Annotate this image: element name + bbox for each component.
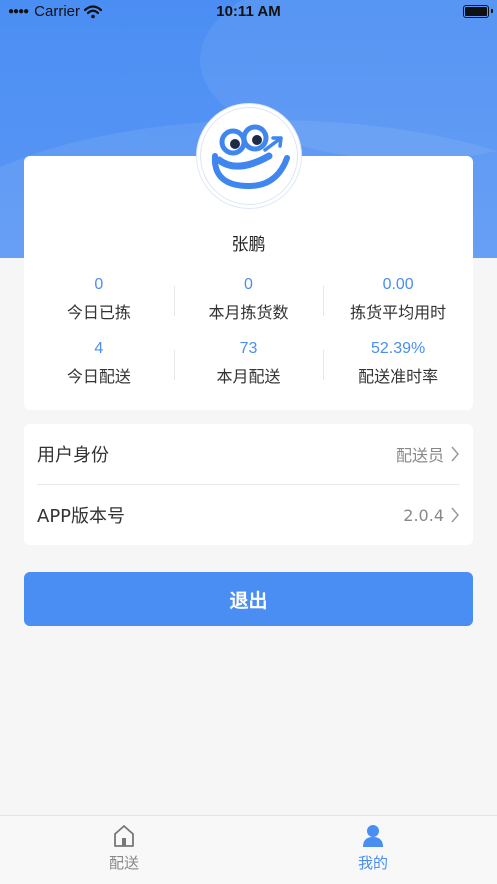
stat-label: 拣货平均用时	[350, 303, 447, 322]
avatar-frame	[200, 107, 298, 205]
stat-today-picked: 0 今日已拣	[24, 272, 174, 336]
stat-label: 今日配送	[66, 367, 131, 386]
status-bar: ●●●● Carrier 10:11 AM	[0, 0, 497, 24]
logout-button[interactable]: 退出	[24, 572, 473, 626]
settings-list: 用户身份 配送员 APP版本号 2.0.4	[24, 424, 473, 545]
stat-value: 0	[244, 276, 253, 293]
user-icon	[363, 825, 383, 847]
stat-label: 配送准时率	[358, 367, 439, 386]
tab-label: 我的	[357, 854, 388, 872]
stats-grid: 0 今日已拣 0 本月拣货数 0.00 拣货平均用时 4 今日配送 73 本月配…	[24, 272, 473, 400]
status-time: 10:11 AM	[216, 3, 281, 20]
stat-label: 本月配送	[216, 367, 281, 386]
battery-icon	[463, 5, 489, 18]
tab-icon-wrap	[313, 824, 433, 848]
role-value-group: 配送员	[396, 442, 460, 466]
stat-label: 本月拣货数	[208, 303, 289, 322]
stat-value: 52.39%	[371, 340, 426, 357]
stat-on-time-rate: 52.39% 配送准时率	[323, 336, 473, 400]
stat-month-delivered: 73 本月配送	[173, 336, 324, 400]
frog-logo-icon	[211, 124, 290, 190]
version-value: 2.0.4	[403, 505, 444, 525]
version-label: APP版本号	[37, 506, 126, 527]
role-value: 配送员	[395, 446, 444, 465]
user-name: 张鹏	[231, 235, 266, 255]
stats-row: 0 今日已拣 0 本月拣货数 0.00 拣货平均用时	[24, 272, 473, 336]
version-row[interactable]: APP版本号 2.0.4	[37, 485, 460, 545]
stat-avg-pick-time: 0.00 拣货平均用时	[323, 272, 473, 336]
role-row[interactable]: 用户身份 配送员	[37, 424, 460, 485]
stat-value: 4	[94, 340, 104, 357]
stat-month-picked: 0 本月拣货数	[173, 272, 324, 336]
stat-value: 73	[239, 340, 258, 357]
home-icon	[114, 825, 134, 847]
tab-label: 配送	[108, 854, 139, 872]
tab-icon-wrap	[64, 824, 184, 848]
stat-value: 0	[94, 276, 104, 293]
version-value-group: 2.0.4	[403, 506, 460, 525]
avatar[interactable]	[197, 104, 301, 208]
stats-row: 4 今日配送 73 本月配送 52.39% 配送准时率	[24, 336, 473, 400]
tab-mine[interactable]: 我的	[313, 824, 433, 873]
stat-value: 0.00	[382, 276, 414, 293]
role-label: 用户身份	[37, 445, 109, 466]
tab-bar: 配送 我的	[0, 815, 497, 884]
stat-label: 今日已拣	[66, 303, 131, 322]
chevron-right-icon	[451, 446, 459, 462]
battery-cap	[491, 9, 493, 13]
chevron-right-icon	[451, 507, 459, 523]
stat-today-delivered: 4 今日配送	[24, 336, 174, 400]
tab-delivery[interactable]: 配送	[64, 824, 184, 873]
